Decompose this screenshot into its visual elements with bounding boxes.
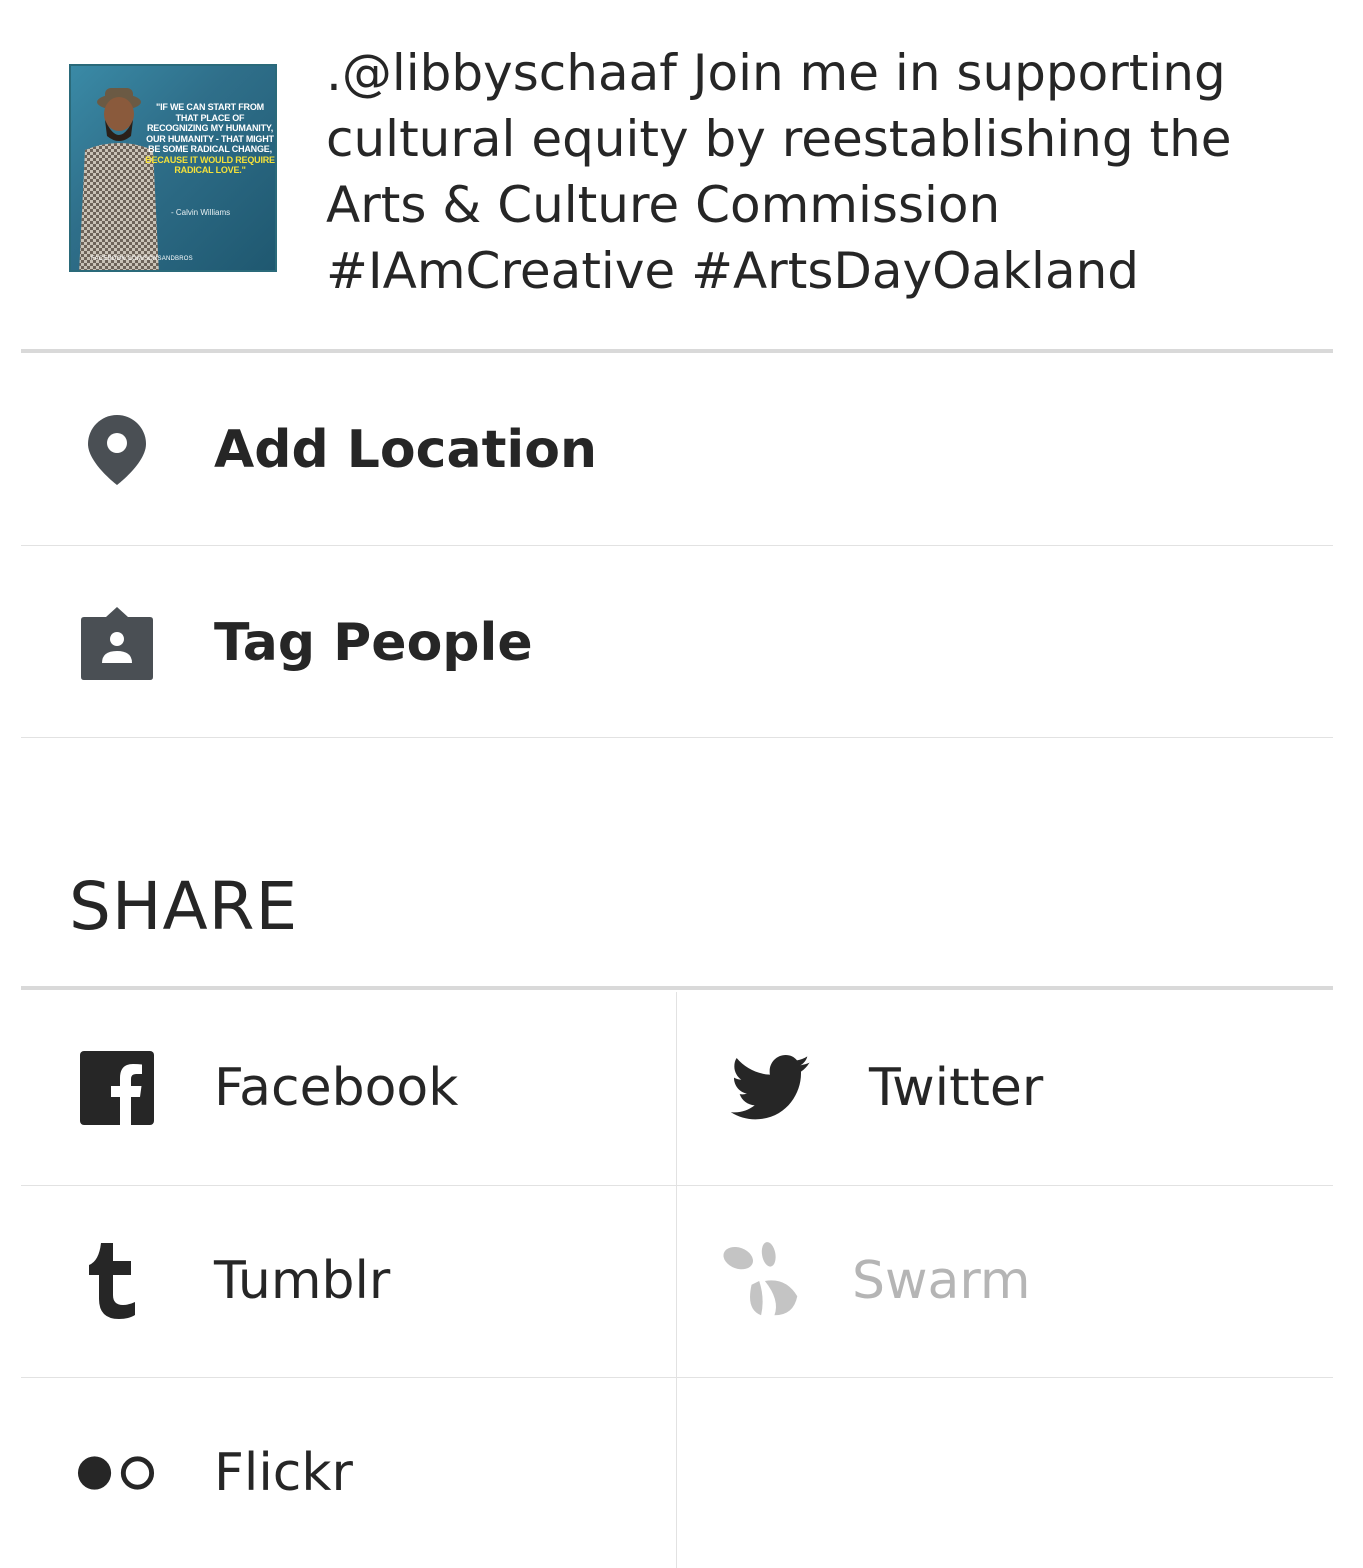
add-location-label: Add Location [214,420,597,480]
tumblr-icon [77,1241,157,1321]
divider [21,737,1333,738]
flickr-icon [76,1433,156,1513]
facebook-label: Facebook [214,1058,459,1118]
add-location-row[interactable]: Add Location [0,355,1363,545]
twitter-icon [731,1048,811,1128]
share-tumblr[interactable]: Tumblr [0,1186,676,1376]
divider [21,349,1333,353]
thumbnail-author: - Calvin Williams [171,208,231,217]
swarm-icon [723,1241,803,1321]
thumbnail-quote-white: "If we can start from that place of reco… [146,102,274,154]
share-facebook[interactable]: Facebook [0,993,676,1183]
tag-people-row[interactable]: Tag People [0,548,1363,738]
share-heading: SHARE [69,868,299,945]
share-swarm[interactable]: Swarm [677,1186,1333,1376]
caption-header: "If we can start from that place of reco… [0,0,1363,352]
divider [21,986,1333,990]
share-twitter[interactable]: Twitter [677,993,1333,1183]
twitter-label: Twitter [869,1058,1044,1118]
caption-input[interactable]: .@libbyschaaf Join me in supporting cult… [326,40,1326,304]
share-screen: "If we can start from that place of reco… [0,0,1363,1568]
swarm-label: Swarm [852,1251,1031,1311]
thumbnail-quote: "If we can start from that place of reco… [145,102,275,176]
map-pin-icon [78,411,156,489]
thumbnail-quote-yellow: because it would require radical love." [145,154,275,176]
flickr-label: Flickr [214,1443,353,1503]
tag-people-label: Tag People [214,613,533,673]
thumbnail-credit: FACEBOOK.COM/SONSANDBROS [91,256,193,262]
divider [21,545,1333,546]
share-flickr[interactable]: Flickr [0,1378,676,1568]
post-thumbnail[interactable]: "If we can start from that place of reco… [69,64,277,272]
tag-person-icon [78,604,156,682]
tumblr-label: Tumblr [214,1251,391,1311]
facebook-icon [77,1048,157,1128]
